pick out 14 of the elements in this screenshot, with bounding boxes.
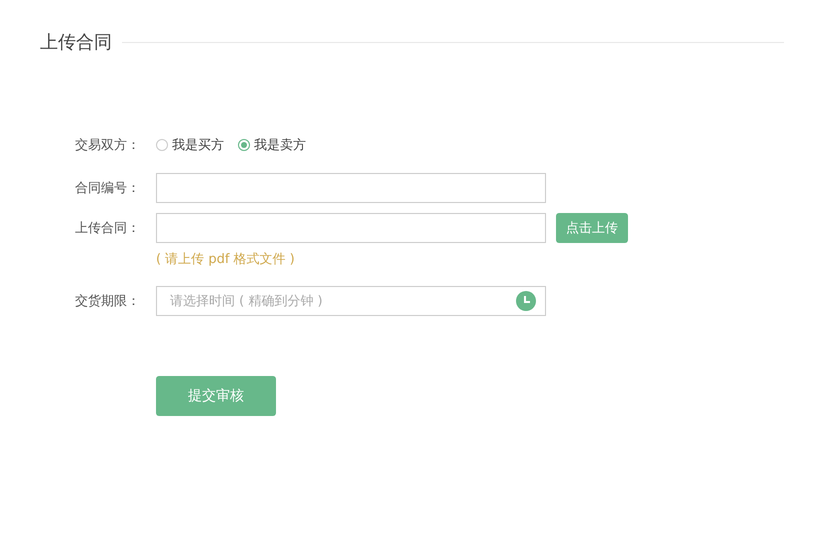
hint-text: ( 请上传 pdf 格式文件 ) [156,251,295,268]
time-field[interactable]: 请选择时间 ( 精确到分钟 ) [156,286,546,316]
field-label: 交货期限： [74,293,141,310]
section-title: 上传合同 [40,31,112,54]
clock-icon [516,291,536,311]
radio-circle[interactable] [156,139,168,151]
field-label: 上传合同： [74,220,141,237]
input-field[interactable] [156,213,546,243]
input-field[interactable] [156,173,546,203]
radio-circle[interactable] [238,139,250,151]
radio-option[interactable]: 我是卖方 [238,136,306,154]
radio-option[interactable]: 我是买方 [156,136,224,154]
field-label: 交易双方： [74,137,141,154]
field-label: 合同编号： [74,180,141,197]
